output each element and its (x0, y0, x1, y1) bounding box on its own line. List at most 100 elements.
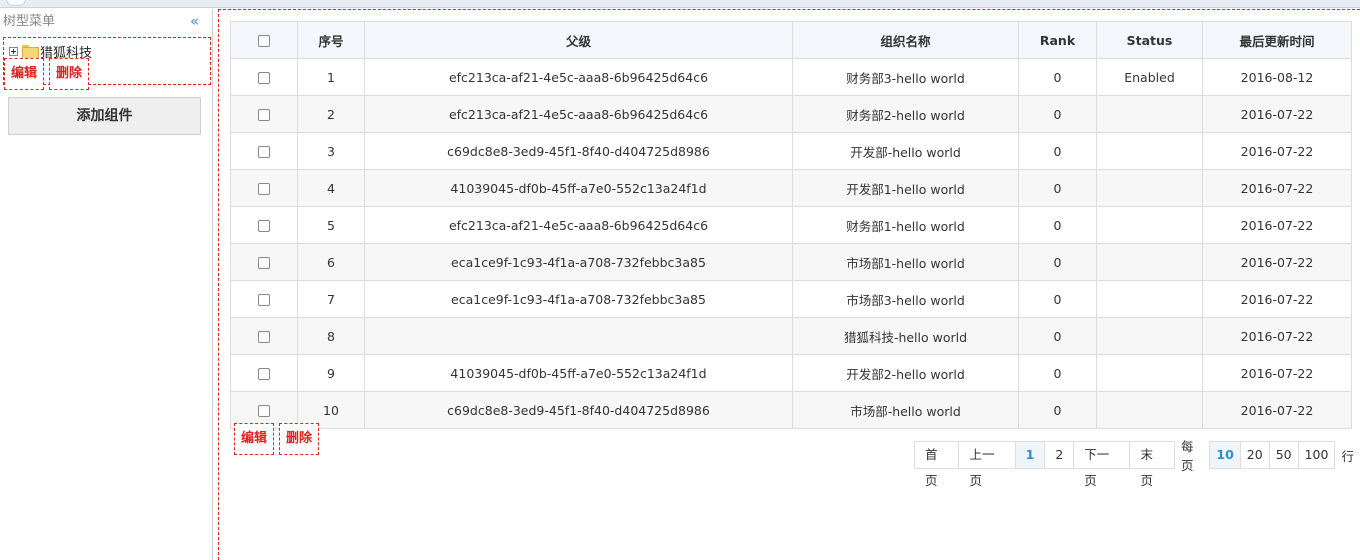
cell-updated: 2016-07-22 (1202, 169, 1352, 207)
cell-parent: efc213ca-af21-4e5c-aaa8-6b96425d64c6 (364, 95, 793, 133)
cell-rank: 0 (1018, 391, 1097, 429)
row-select-cell (230, 317, 298, 355)
header-no[interactable]: 序号 (297, 21, 365, 59)
cell-no: 8 (297, 317, 365, 355)
size-20-button[interactable]: 20 (1239, 441, 1270, 469)
cell-no: 2 (297, 95, 365, 133)
row-checkbox[interactable] (258, 72, 270, 84)
header-status[interactable]: Status (1096, 21, 1203, 59)
prev-page-button[interactable]: 上一页 (958, 441, 1016, 488)
header-name[interactable]: 组织名称 (792, 21, 1019, 59)
cell-updated: 2016-07-22 (1202, 280, 1352, 318)
cell-rank: 0 (1018, 95, 1097, 133)
size-10-button[interactable]: 10 (1209, 441, 1241, 469)
page-1-button[interactable]: 1 (1014, 441, 1046, 469)
cell-rank: 0 (1018, 132, 1097, 170)
cell-updated: 2016-07-22 (1202, 243, 1352, 281)
edit-button[interactable]: 编辑 (234, 423, 274, 455)
cell-status (1096, 243, 1203, 281)
table-row[interactable]: 7 eca1ce9f-1c93-4f1a-a708-732febbc3a85 市场部… (230, 280, 1352, 318)
cell-rank: 0 (1018, 206, 1097, 244)
row-checkbox[interactable] (258, 257, 270, 269)
header-parent[interactable]: 父级 (364, 21, 793, 59)
table-row[interactable]: 4 41039045-df0b-45ff-a7e0-552c13a24f1d 开发部… (230, 169, 1352, 207)
row-checkbox[interactable] (258, 405, 270, 417)
cell-parent: 41039045-df0b-45ff-a7e0-552c13a24f1d (364, 354, 793, 392)
folder-icon (22, 45, 39, 59)
cell-status (1096, 391, 1203, 429)
add-component-button[interactable]: 添加组件 (8, 97, 201, 135)
size-100-button[interactable]: 100 (1297, 441, 1336, 469)
row-checkbox[interactable] (258, 331, 270, 343)
table-row[interactable]: 6 eca1ce9f-1c93-4f1a-a708-732febbc3a85 市场部… (230, 243, 1352, 281)
row-select-cell (230, 206, 298, 244)
cell-updated: 2016-07-22 (1202, 317, 1352, 355)
table-row[interactable]: 1 efc213ca-af21-4e5c-aaa8-6b96425d64c6 财务部… (230, 58, 1352, 96)
last-page-button[interactable]: 末页 (1129, 441, 1175, 488)
row-checkbox[interactable] (258, 368, 270, 380)
size-50-button[interactable]: 50 (1268, 441, 1299, 469)
table-row[interactable]: 5 efc213ca-af21-4e5c-aaa8-6b96425d64c6 财务部… (230, 206, 1352, 244)
cell-status (1096, 354, 1203, 392)
collapse-icon[interactable]: « (190, 14, 202, 29)
row-checkbox[interactable] (258, 109, 270, 121)
cell-parent: efc213ca-af21-4e5c-aaa8-6b96425d64c6 (364, 58, 793, 96)
row-select-cell (230, 95, 298, 133)
cell-no: 6 (297, 243, 365, 281)
sidebar: 树型菜单 « 猎狐科技 编辑 删除 添加组件 (0, 9, 213, 560)
top-bar-knob (6, 0, 26, 6)
next-page-button[interactable]: 下一页 (1073, 441, 1131, 488)
row-select-cell (230, 354, 298, 392)
cell-status (1096, 280, 1203, 318)
cell-status (1096, 206, 1203, 244)
table-row[interactable]: 3 c69dc8e8-3ed9-45f1-8f40-d404725d8986 开发部… (230, 132, 1352, 170)
row-select-cell (230, 58, 298, 96)
cell-rank: 0 (1018, 354, 1097, 392)
cell-updated: 2016-07-22 (1202, 132, 1352, 170)
table-row[interactable]: 10 c69dc8e8-3ed9-45f1-8f40-d404725d8986 市场… (230, 391, 1352, 429)
header-rank[interactable]: Rank (1018, 21, 1097, 59)
cell-no: 9 (297, 354, 365, 392)
select-all-checkbox[interactable] (258, 35, 270, 47)
cell-parent: efc213ca-af21-4e5c-aaa8-6b96425d64c6 (364, 206, 793, 244)
cell-parent: 41039045-df0b-45ff-a7e0-552c13a24f1d (364, 169, 793, 207)
cell-rank: 0 (1018, 58, 1097, 96)
row-checkbox[interactable] (258, 183, 270, 195)
cell-name: 市场部-hello world (792, 391, 1019, 429)
cell-parent: c69dc8e8-3ed9-45f1-8f40-d404725d8986 (364, 391, 793, 429)
row-checkbox[interactable] (258, 294, 270, 306)
row-checkbox[interactable] (258, 220, 270, 232)
select-all-cell (230, 21, 298, 59)
table-row[interactable]: 2 efc213ca-af21-4e5c-aaa8-6b96425d64c6 财务部… (230, 95, 1352, 133)
tree-delete-button[interactable]: 删除 (49, 58, 89, 90)
header-updated[interactable]: 最后更新时间 (1202, 21, 1352, 59)
page-2-button[interactable]: 2 (1044, 441, 1075, 469)
cell-name: 猎狐科技-hello world (792, 317, 1019, 355)
table-row[interactable]: 9 41039045-df0b-45ff-a7e0-552c13a24f1d 开发部… (230, 354, 1352, 392)
cell-updated: 2016-07-22 (1202, 206, 1352, 244)
cell-status (1096, 317, 1203, 355)
data-table: 序号 父级 组织名称 Rank Status 最后更新时间 1 efc213ca-… (230, 21, 1352, 429)
cell-status (1096, 169, 1203, 207)
cell-no: 1 (297, 58, 365, 96)
tree-edit-button[interactable]: 编辑 (4, 58, 44, 90)
cell-status (1096, 95, 1203, 133)
table-body: 1 efc213ca-af21-4e5c-aaa8-6b96425d64c6 财务部… (230, 58, 1352, 429)
row-checkbox[interactable] (258, 146, 270, 158)
cell-status (1096, 132, 1203, 170)
first-page-button[interactable]: 首页 (914, 441, 960, 488)
cell-name: 财务部3-hello world (792, 58, 1019, 96)
cell-updated: 2016-07-22 (1202, 95, 1352, 133)
cell-no: 4 (297, 169, 365, 207)
cell-updated: 2016-08-12 (1202, 58, 1352, 96)
cell-status: Enabled (1096, 58, 1203, 96)
cell-parent (364, 317, 793, 355)
per-page-label: 每页 (1180, 439, 1194, 473)
cell-rank: 0 (1018, 243, 1097, 281)
delete-button[interactable]: 删除 (279, 423, 319, 455)
table-row[interactable]: 8 猎狐科技-hello world 0 2016-07-22 (230, 317, 1352, 355)
expand-plus-icon[interactable] (9, 46, 18, 56)
tree-node-root[interactable]: 猎狐科技 (9, 43, 92, 61)
cell-name: 市场部3-hello world (792, 280, 1019, 318)
cell-parent: eca1ce9f-1c93-4f1a-a708-732febbc3a85 (364, 243, 793, 281)
